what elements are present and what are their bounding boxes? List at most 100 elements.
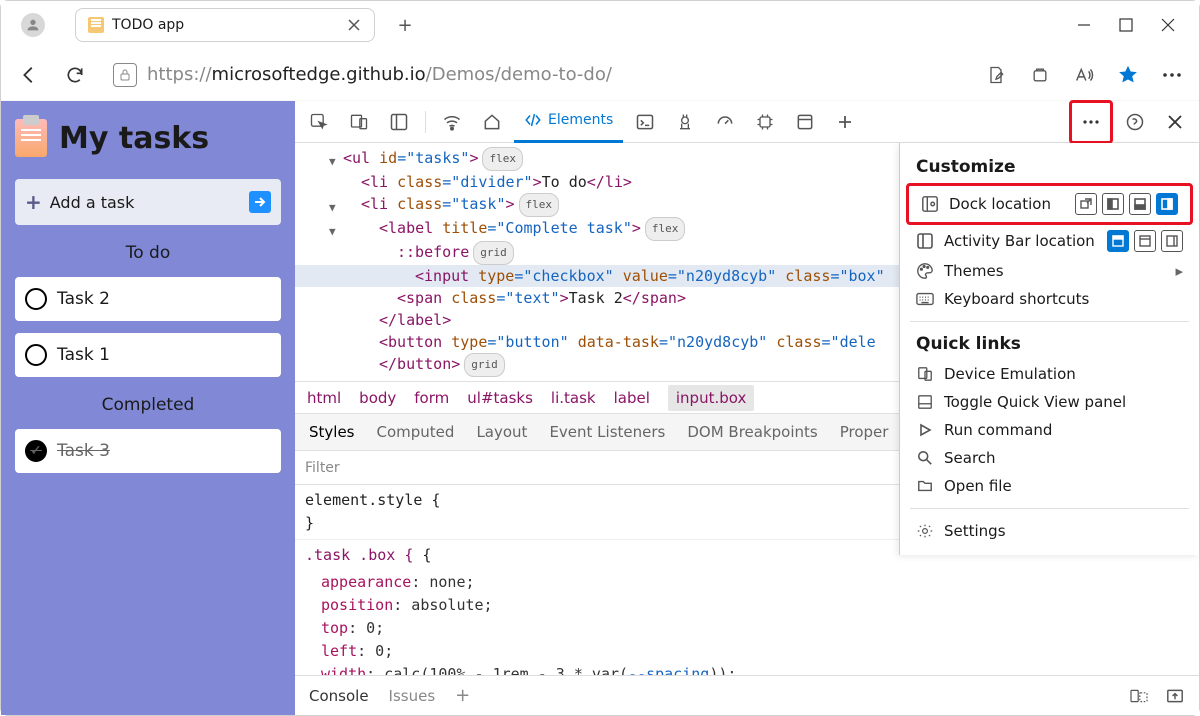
settings-more-icon[interactable]: [1153, 56, 1191, 94]
activity-left-icon[interactable]: [1134, 230, 1156, 252]
site-info-icon[interactable]: [113, 63, 137, 87]
device-icon: [916, 365, 934, 383]
dock-bottom-icon[interactable]: [1129, 193, 1151, 215]
close-devtools-icon[interactable]: [1157, 104, 1193, 140]
crumb[interactable]: body: [359, 389, 396, 407]
task-label: Task 1: [57, 345, 110, 365]
dock-right-icon[interactable]: [1156, 193, 1178, 215]
keyboard-icon: [916, 290, 934, 308]
new-tab-button[interactable]: +: [389, 9, 421, 41]
app-header: My tasks: [15, 115, 281, 167]
palette-icon: [916, 262, 934, 280]
crumb[interactable]: form: [414, 389, 449, 407]
todo-app: My tasks + Add a task To do Task 2 Task …: [1, 101, 295, 715]
collections-icon[interactable]: [1021, 56, 1059, 94]
menu-dock-location[interactable]: Dock location: [911, 188, 1188, 220]
crumb-selected[interactable]: input.box: [668, 385, 754, 411]
submit-arrow-icon[interactable]: [249, 191, 271, 213]
crumb[interactable]: html: [307, 389, 341, 407]
menu-toggle-quickview[interactable]: Toggle Quick View panel: [906, 388, 1193, 416]
checkbox-checked-icon[interactable]: ✓: [25, 440, 47, 462]
sources-icon[interactable]: [667, 104, 703, 140]
popup-heading-quicklinks: Quick links: [906, 330, 1193, 360]
chevron-right-icon: ▸: [1175, 262, 1183, 280]
console-icon[interactable]: [627, 104, 663, 140]
section-completed: Completed: [15, 389, 281, 417]
dock-undock-icon[interactable]: [1075, 193, 1097, 215]
device-toggle-icon[interactable]: [341, 104, 377, 140]
menu-open-file[interactable]: Open file: [906, 472, 1193, 500]
tab-favicon: [88, 17, 104, 33]
read-aloud-icon[interactable]: [1065, 56, 1103, 94]
task-item[interactable]: Task 1: [15, 333, 281, 377]
tab-layout[interactable]: Layout: [476, 423, 527, 441]
menu-settings[interactable]: Settings: [906, 517, 1193, 545]
maximize-button[interactable]: [1119, 18, 1133, 32]
tab-title: TODO app: [112, 17, 184, 33]
menu-keyboard-shortcuts[interactable]: Keyboard shortcuts: [906, 285, 1193, 313]
network-icon[interactable]: [434, 104, 470, 140]
tab-computed[interactable]: Computed: [377, 423, 455, 441]
drawer-add-icon[interactable]: +: [455, 685, 470, 706]
tab-dom-breakpoints[interactable]: DOM Breakpoints: [687, 423, 817, 441]
dock-left-icon[interactable]: [1102, 193, 1124, 215]
task-label: Task 2: [57, 289, 110, 309]
customize-popup: Customize Dock location Activity Bar loc…: [899, 143, 1199, 555]
menu-run-command[interactable]: Run command: [906, 416, 1193, 444]
address-bar[interactable]: https://microsoftedge.github.io/Demos/de…: [101, 57, 971, 93]
elements-tab[interactable]: Elements: [514, 101, 623, 143]
drawer-console[interactable]: Console: [309, 687, 369, 705]
menu-activity-bar[interactable]: Activity Bar location: [906, 225, 1193, 257]
drawer-errors-icon[interactable]: [1129, 688, 1149, 704]
popup-heading-customize: Customize: [906, 153, 1193, 183]
inspect-icon[interactable]: [301, 104, 337, 140]
activity-top-icon[interactable]: [1107, 230, 1129, 252]
menu-device-emulation[interactable]: Device Emulation: [906, 360, 1193, 388]
help-icon[interactable]: [1117, 104, 1153, 140]
close-tab-icon[interactable]: [348, 19, 360, 31]
activity-bar-icon: [916, 232, 934, 250]
devtools-toolbar: Elements: [295, 101, 1199, 143]
welcome-icon[interactable]: [474, 104, 510, 140]
task-item[interactable]: ✓ Task 3: [15, 429, 281, 473]
search-icon: [916, 449, 934, 467]
minimize-button[interactable]: [1077, 18, 1091, 32]
folder-icon: [916, 477, 934, 495]
add-task-input[interactable]: + Add a task: [15, 179, 281, 225]
menu-themes[interactable]: Themes ▸: [906, 257, 1193, 285]
favorites-star-icon[interactable]: [1109, 56, 1147, 94]
checkbox-icon[interactable]: [25, 344, 47, 366]
crumb[interactable]: li.task: [551, 389, 596, 407]
activity-right-icon[interactable]: [1161, 230, 1183, 252]
browser-title-bar: TODO app +: [1, 1, 1199, 49]
dock-icon[interactable]: [381, 104, 417, 140]
edit-page-icon[interactable]: [977, 56, 1015, 94]
crumb[interactable]: label: [614, 389, 650, 407]
play-icon: [916, 421, 934, 439]
app-title: My tasks: [59, 121, 209, 156]
window-controls: [1077, 18, 1191, 32]
drawer-issues[interactable]: Issues: [389, 687, 436, 705]
memory-icon[interactable]: [747, 104, 783, 140]
task-label: Task 3: [57, 441, 110, 461]
customize-devtools-button[interactable]: [1069, 100, 1113, 144]
checkbox-icon[interactable]: [25, 288, 47, 310]
performance-icon[interactable]: [707, 104, 743, 140]
task-item[interactable]: Task 2: [15, 277, 281, 321]
add-task-placeholder: Add a task: [50, 193, 135, 212]
devtools-panel: Elements ••• ▼<ul id="tasks">flex <li cl…: [295, 101, 1199, 715]
back-button[interactable]: [9, 55, 49, 95]
drawer-expand-icon[interactable]: [1165, 688, 1185, 704]
tab-event-listeners[interactable]: Event Listeners: [549, 423, 665, 441]
application-icon[interactable]: [787, 104, 823, 140]
crumb[interactable]: ul#tasks: [467, 389, 533, 407]
refresh-button[interactable]: [55, 55, 95, 95]
menu-search[interactable]: Search: [906, 444, 1193, 472]
tab-properties[interactable]: Proper: [840, 423, 889, 441]
section-todo: To do: [15, 237, 281, 265]
tab-styles[interactable]: Styles: [309, 423, 355, 441]
close-window-button[interactable]: [1161, 18, 1175, 32]
more-tabs-icon[interactable]: [827, 104, 863, 140]
profile-avatar[interactable]: [21, 13, 45, 37]
browser-tab[interactable]: TODO app: [75, 8, 375, 42]
